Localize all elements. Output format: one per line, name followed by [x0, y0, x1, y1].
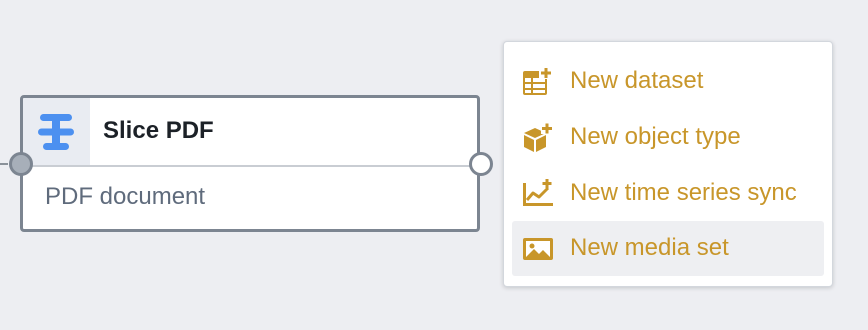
- timeseries-add-icon: [523, 179, 553, 206]
- incoming-edge: [0, 163, 8, 165]
- node-title: Slice PDF: [103, 117, 214, 144]
- menu-item-new-media-set[interactable]: New media set: [512, 221, 824, 276]
- menu-item-new-time-series-sync[interactable]: New time series sync: [512, 166, 824, 221]
- media-image-icon: [523, 238, 553, 260]
- menu-item-new-object-type[interactable]: New object type: [512, 110, 824, 165]
- add-output-menu: New dataset New object type New time ser…: [503, 41, 833, 287]
- node-subtitle: PDF document: [45, 183, 206, 210]
- menu-item-label: New object type: [570, 123, 741, 150]
- menu-item-label: New dataset: [570, 67, 704, 94]
- dataset-add-icon: [523, 67, 553, 95]
- output-port[interactable]: [469, 152, 493, 176]
- menu-item-label: New time series sync: [570, 179, 797, 206]
- menu-item-new-dataset[interactable]: New dataset: [512, 54, 824, 109]
- slice-transform-icon: [38, 114, 74, 150]
- node-icon-container: [23, 98, 90, 165]
- cube-add-icon: [524, 123, 553, 152]
- menu-item-label: New media set: [570, 234, 729, 261]
- input-port[interactable]: [9, 152, 33, 176]
- transform-node[interactable]: Slice PDF PDF document: [20, 95, 480, 232]
- node-header: Slice PDF: [23, 98, 477, 167]
